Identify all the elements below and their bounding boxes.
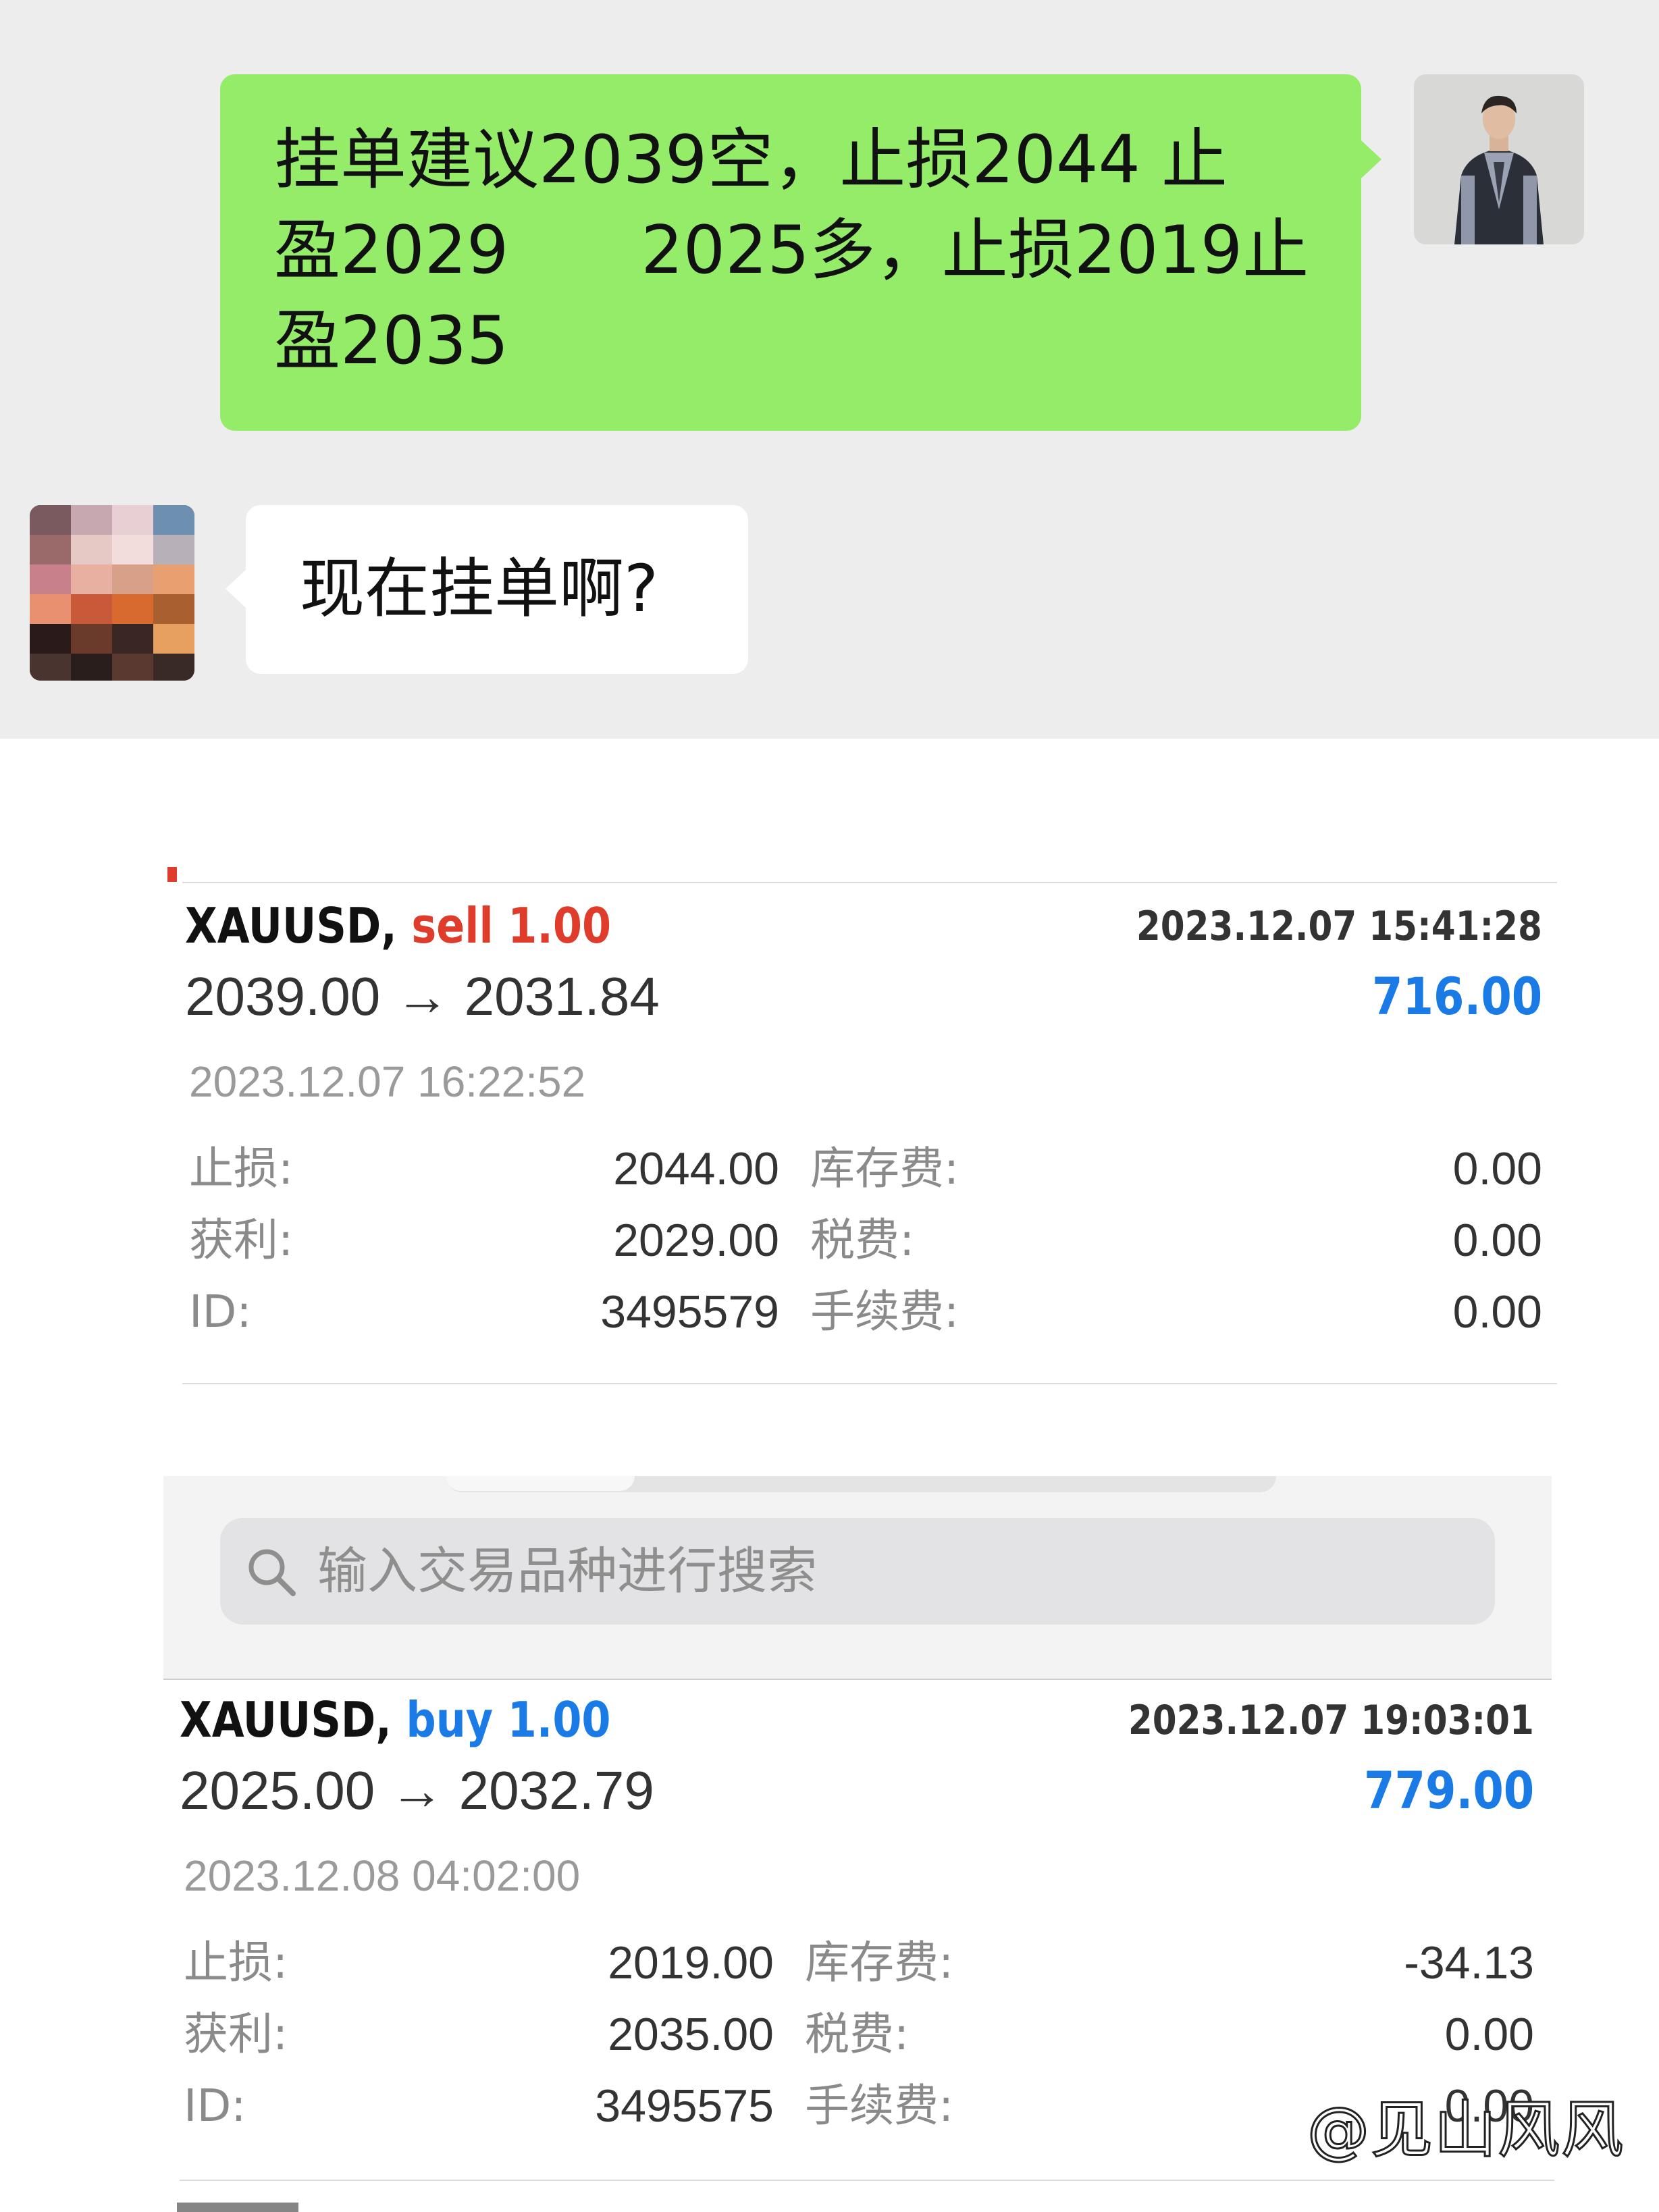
divider bbox=[163, 1679, 1552, 1680]
outgoing-line: 挂单建议2039空，止损2044 止 bbox=[274, 122, 1228, 199]
swap-value: -34.13 bbox=[1404, 1937, 1534, 1989]
id-value: 3495575 bbox=[595, 2080, 774, 2132]
commission-label: 手续费: bbox=[805, 2080, 954, 2132]
search-input[interactable]: 输入交易品种进行搜索 bbox=[220, 1518, 1495, 1625]
open-time: 2023.12.07 19:03:01 bbox=[1128, 1697, 1534, 1744]
trade-card-sell[interactable]: XAUUSD, sell 1.00 2023.12.07 15:41:28 20… bbox=[185, 895, 1542, 1368]
search-placeholder: 输入交易品种进行搜索 bbox=[317, 1542, 817, 1600]
trade-side-sell: sell 1.00 bbox=[411, 897, 612, 954]
commission-value: 0.00 bbox=[1452, 1286, 1542, 1338]
incoming-message-text: 现在挂单啊? bbox=[300, 551, 658, 627]
selection-marker bbox=[167, 867, 177, 882]
pixelated-avatar-icon bbox=[30, 505, 194, 681]
sender-avatar[interactable] bbox=[1414, 74, 1584, 244]
tax-value: 0.00 bbox=[1444, 2009, 1534, 2060]
trade-card-buy[interactable]: XAUUSD, buy 1.00 2023.12.07 19:03:01 202… bbox=[180, 1689, 1534, 2162]
trade-profit: 716.00 bbox=[1371, 966, 1542, 1026]
chat-area: 挂单建议2039空，止损2044 止 盈2029 2025多，止损2019止 盈… bbox=[0, 0, 1659, 739]
watermark: @见山风风 bbox=[1306, 2093, 1625, 2167]
incoming-message-bubble[interactable]: 现在挂单啊? bbox=[226, 505, 748, 674]
tax-label: 税费: bbox=[805, 2008, 910, 2060]
stop-loss-label: 止损: bbox=[184, 1937, 288, 1989]
search-icon bbox=[248, 1549, 296, 1596]
swap-value: 0.00 bbox=[1452, 1143, 1542, 1194]
open-close-prices: 2039.00 → 2031.84 bbox=[185, 966, 660, 1026]
open-time: 2023.12.07 15:41:28 bbox=[1136, 903, 1542, 950]
outgoing-line: 盈2029 2025多，止损2019止 bbox=[274, 212, 1309, 289]
take-profit-value: 2035.00 bbox=[608, 2009, 774, 2060]
contact-avatar-pixelated[interactable] bbox=[30, 505, 194, 681]
tax-value: 0.00 bbox=[1452, 1215, 1542, 1266]
stop-loss-value: 2019.00 bbox=[608, 1937, 774, 1989]
divider bbox=[180, 2180, 1554, 2181]
commission-label: 手续费: bbox=[810, 1286, 959, 1338]
take-profit-value: 2029.00 bbox=[613, 1215, 779, 1266]
stop-loss-value: 2044.00 bbox=[613, 1143, 779, 1194]
trade-side-buy: buy 1.00 bbox=[406, 1691, 611, 1748]
close-time: 2023.12.08 04:02:00 bbox=[184, 1851, 581, 1900]
symbol: XAUUSD, bbox=[185, 897, 397, 954]
swap-label: 库存费: bbox=[805, 1937, 954, 1989]
take-profit-label: 获利: bbox=[184, 2008, 288, 2060]
person-avatar-icon bbox=[1414, 74, 1584, 244]
outgoing-message-bubble[interactable]: 挂单建议2039空，止损2044 止 盈2029 2025多，止损2019止 盈… bbox=[220, 74, 1381, 431]
stop-loss-label: 止损: bbox=[189, 1142, 294, 1194]
id-value: 3495579 bbox=[600, 1286, 779, 1338]
trade-symbol-line: XAUUSD, buy 1.00 bbox=[180, 1689, 611, 1750]
divider bbox=[182, 882, 1557, 883]
id-label: ID: bbox=[184, 2080, 246, 2132]
symbol: XAUUSD, bbox=[180, 1691, 392, 1748]
open-close-prices: 2025.00 → 2032.79 bbox=[180, 1760, 654, 1820]
trade-symbol-line: XAUUSD, sell 1.00 bbox=[185, 895, 611, 956]
trade-profit: 779.00 bbox=[1363, 1760, 1534, 1820]
outgoing-line: 盈2035 bbox=[274, 302, 509, 379]
take-profit-label: 获利: bbox=[189, 1214, 294, 1266]
cut-off-row bbox=[177, 2194, 312, 2212]
tax-label: 税费: bbox=[810, 1214, 915, 1266]
divider bbox=[182, 1383, 1557, 1384]
sheet-tab[interactable] bbox=[446, 1476, 635, 1491]
swap-label: 库存费: bbox=[810, 1142, 959, 1194]
close-time: 2023.12.07 16:22:52 bbox=[189, 1057, 586, 1106]
id-label: ID: bbox=[189, 1286, 252, 1338]
